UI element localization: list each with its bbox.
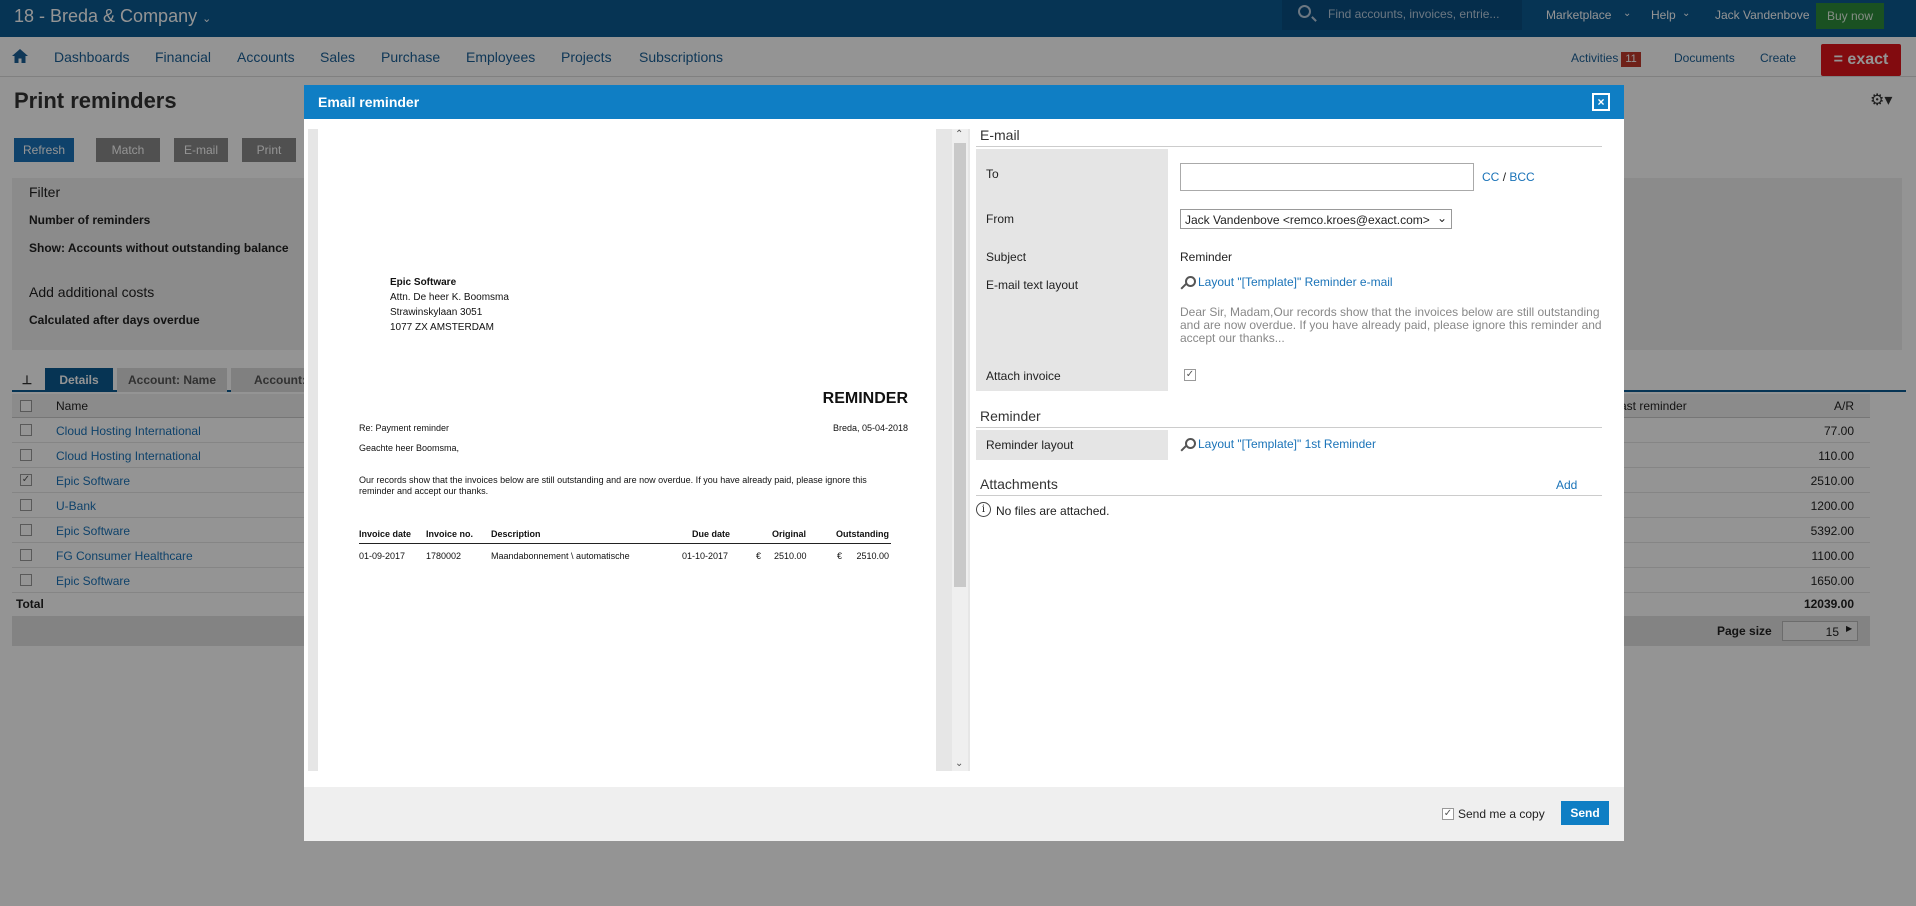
lt-outstanding: Outstanding: [836, 529, 889, 539]
reminder-layout-group: Layout "[Template]" 1st Reminder: [1180, 437, 1376, 451]
reminder-section-title: Reminder: [980, 408, 1041, 424]
divider: [976, 495, 1602, 496]
lt-due-date: Due date: [692, 529, 731, 539]
add-attachment-link[interactable]: Add: [1556, 478, 1577, 492]
lt-description: Description: [491, 529, 541, 539]
letter-body: Our records show that the invoices below…: [359, 475, 867, 496]
letter-table-row: 01-09-2017 1780002 Maandabonnement \ aut…: [359, 551, 891, 563]
info-icon: i: [976, 502, 991, 517]
letter-table-header: Invoice date Invoice no. Description Due…: [359, 529, 891, 544]
scroll-up-icon[interactable]: ⌃: [955, 129, 963, 140]
attachments-section-title: Attachments: [980, 476, 1058, 492]
lt-invoice-date: Invoice date: [359, 529, 412, 539]
letter-street: Strawinskylaan 3051: [390, 307, 483, 318]
lt-row-no: 1780002: [426, 551, 462, 561]
letter-attn: Attn. De heer K. Boomsma: [390, 292, 509, 303]
no-files-text: No files are attached.: [996, 504, 1110, 518]
lt-row-original: 2510.00: [774, 551, 807, 561]
bcc-link[interactable]: BCC: [1509, 170, 1534, 184]
email-reminder-dialog: Email reminder × Epic Software Attn. De …: [304, 85, 1624, 841]
subject-value: Reminder: [1180, 250, 1233, 264]
letter-salutation: Geachte heer Boomsma,: [359, 443, 460, 453]
divider: [976, 427, 1602, 428]
letter-company: Epic Software: [390, 277, 457, 288]
dialog-footer: ✓ Send me a copy: [304, 787, 1624, 841]
cc-bcc-separator: /: [1502, 170, 1507, 184]
lt-row-date: 01-09-2017: [359, 551, 406, 561]
lookup-icon[interactable]: [1180, 437, 1196, 451]
from-value: Jack Vandenbove <remco.kroes@exact.com>: [1185, 213, 1430, 227]
lookup-icon[interactable]: [1180, 275, 1196, 289]
email-form: E-mail To From Subject E-mail text layou…: [970, 119, 1624, 773]
dialog-title: Email reminder: [318, 94, 420, 110]
chevron-down-icon: ⌄: [1436, 211, 1447, 225]
lt-row-outstanding: 2510.00: [856, 551, 889, 561]
reminder-layout-label: Reminder layout: [976, 430, 1168, 460]
letter-preview: Epic Software Attn. De heer K. Boomsma S…: [308, 129, 970, 771]
lt-row-cur1: €: [756, 551, 762, 561]
letter-page: Epic Software Attn. De heer K. Boomsma S…: [318, 129, 936, 771]
to-field[interactable]: [1180, 163, 1474, 191]
lt-row-due: 01-10-2017: [682, 551, 729, 561]
email-section-title: E-mail: [980, 127, 1020, 143]
subject-label: Subject: [976, 243, 1168, 271]
scroll-down-icon[interactable]: ⌄: [955, 758, 963, 769]
cc-link[interactable]: CC: [1482, 170, 1499, 184]
reminder-layout-link[interactable]: Layout "[Template]" 1st Reminder: [1198, 437, 1376, 451]
letter-re: Re: Payment reminder: [359, 423, 450, 433]
close-icon[interactable]: ×: [1592, 93, 1610, 111]
from-label: From: [976, 197, 1168, 243]
send-copy-label[interactable]: Send me a copy: [1458, 807, 1545, 821]
letter-heading: REMINDER: [822, 390, 908, 407]
send-copy-checkbox[interactable]: ✓: [1442, 808, 1454, 820]
from-select[interactable]: Jack Vandenbove <remco.kroes@exact.com> ⌄: [1180, 209, 1452, 229]
send-button[interactable]: Send: [1561, 801, 1609, 825]
lt-invoice-no: Invoice no.: [426, 529, 474, 539]
attach-invoice-label: Attach invoice: [976, 361, 1168, 391]
scrollbar-thumb[interactable]: [954, 143, 966, 587]
preview-scrollbar[interactable]: ⌃ ⌄: [952, 129, 968, 771]
text-layout-group: Layout "[Template]" Reminder e-mail: [1180, 275, 1393, 289]
text-layout-link[interactable]: Layout "[Template]" Reminder e-mail: [1198, 275, 1393, 289]
cc-bcc-group: CC / BCC: [1482, 170, 1535, 184]
lt-row-desc: Maandabonnement \ automatische: [491, 551, 630, 561]
lt-row-cur2: €: [837, 551, 843, 561]
email-text-preview: Dear Sir, Madam,Our records show that th…: [1180, 305, 1602, 345]
attach-invoice-checkbox[interactable]: ✓: [1184, 369, 1196, 381]
lt-original: Original: [772, 529, 807, 539]
letter-date: Breda, 05-04-2018: [832, 423, 908, 433]
letter-city: 1077 ZX AMSTERDAM: [390, 322, 494, 333]
divider: [976, 146, 1602, 147]
to-label: To: [976, 149, 1168, 197]
dialog-header: Email reminder: [304, 85, 1624, 119]
text-layout-label: E-mail text layout: [976, 271, 1168, 361]
